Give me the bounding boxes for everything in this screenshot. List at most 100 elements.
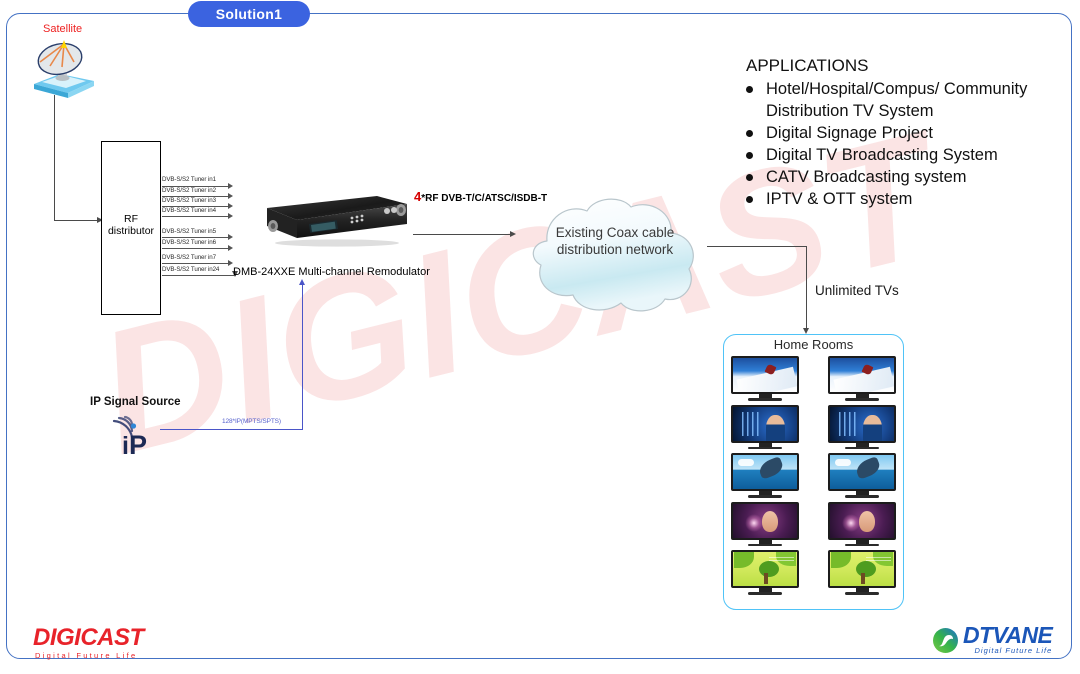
tuner-arrow-3 [228,203,233,209]
tuner-line-6 [162,248,230,249]
satellite-dish-icon [28,36,100,98]
tuner-arrow-1 [228,183,233,189]
digicast-logo-tagline: Digital Future Life [35,651,138,660]
bullet-icon [746,196,753,203]
application-item: IPTV & OTT system [746,188,1066,210]
dtvane-logo-mark-icon [932,627,959,654]
digicast-logo: DIGICAST Digital Future Life [33,626,144,661]
cloud-label: Existing Coax cable distribution network [525,224,705,258]
tv-screen [731,550,799,588]
application-item: Hotel/Hospital/Compus/ Community Distrib… [746,78,1066,122]
tv-item [731,356,799,401]
ip-antenna-icon: i P [108,409,166,460]
tuner-arrow-2 [228,193,233,199]
tuner-label-6: DVB-S/S2 Tuner in6 [162,239,216,246]
tuner-line-5 [162,237,230,238]
applications-panel: APPLICATIONS Hotel/Hospital/Compus/ Comm… [746,55,1066,210]
application-item-label: Digital Signage Project [766,124,933,142]
tv-screen [731,501,799,540]
bullet-icon [746,152,753,159]
solution-diagram-page: DIGICAST Solution1 Satellite RF distribu… [0,0,1080,674]
tuner-label-4: DVB-S/S2 Tuner in4 [162,207,216,214]
application-item-label: IPTV & OTT system [766,190,913,208]
svg-text:i: i [122,432,129,457]
application-item: Digital TV Broadcasting System [746,144,1066,166]
unlimited-tvs-label: Unlimited TVs [815,283,899,298]
tv-item [731,404,799,449]
satellite-label: Satellite [43,23,83,35]
tv-item [731,453,799,498]
digicast-logo-name: DIGICAST [33,624,144,651]
dtvane-logo-name: DTVANE [963,622,1053,648]
tv-base [845,495,879,498]
tv-item [828,550,896,595]
tuner-arrow-6 [228,245,233,251]
coax-network-cloud [505,193,720,323]
tuner-line-24 [162,275,236,276]
cloud-to-rooms-line-vertical [806,246,808,332]
tuner-label-2: DVB-S/S2 Tuner in2 [162,187,216,194]
cloud-label-line2: distribution network [556,242,674,257]
application-item-label: Hotel/Hospital/Compus/ Community Distrib… [766,80,1028,120]
rf-distributor-label-line2: distributor [107,225,155,237]
ip-to-device-arrow [299,279,305,285]
tv-screen [828,356,896,394]
satellite-to-rf-line-horizontal [54,220,98,222]
tv-item [828,356,896,401]
tuner-arrow-5 [228,234,233,240]
tv-base [748,495,782,498]
device-to-cloud-line [413,234,513,236]
application-item: Digital Signage Project [746,122,1066,144]
application-item-label: CATV Broadcasting system [766,168,967,186]
ip-to-device-line-horizontal [160,429,303,430]
tv-base [748,543,782,546]
tv-base [748,592,782,595]
tv-item [828,501,896,546]
tv-neck [758,539,772,544]
tv-item [731,550,799,595]
tv-screen [731,453,799,491]
remodulator-device-image [249,194,409,250]
satellite-to-rf-line-vertical [54,95,56,221]
remodulator-label: DMB-24XXE Multi-channel Remodulator [233,266,430,278]
bullet-icon [746,86,753,93]
tv-item [731,501,799,546]
svg-text:P: P [129,430,147,457]
application-item-label: Digital TV Broadcasting System [766,146,998,164]
tuner-label-24: DVB-S/S2 Tuner in24 [162,266,220,273]
tuner-line-7 [162,263,230,264]
application-item: CATV Broadcasting system [746,166,1066,188]
tv-screen [828,501,896,540]
rf-distributor-label-line1: RF [124,213,138,225]
applications-title: APPLICATIONS [746,56,869,75]
tuner-label-7: DVB-S/S2 Tuner in7 [162,254,216,261]
tv-base [748,398,782,401]
bullet-icon [746,130,753,137]
home-rooms-tv-grid [731,356,896,599]
tuner-arrow-4 [228,213,233,219]
tuner-line-4 [162,216,230,217]
dtvane-logo: DTVANE Digital Future Life [932,622,1053,656]
tv-screen [731,404,799,443]
solution-badge: Solution1 [188,1,310,27]
ip-signal-source-label: IP Signal Source [90,396,181,408]
bullet-icon [746,174,753,181]
tv-base [845,398,879,401]
rf-distributor-label: RF distributor [101,213,161,237]
tv-neck [855,539,869,544]
home-rooms-title: Home Rooms [773,337,854,352]
tv-base [845,446,879,449]
tv-neck [758,442,772,447]
tuner-label-1: DVB-S/S2 Tuner in1 [162,176,216,183]
cloud-label-line1: Existing Coax cable [555,225,675,240]
tv-item [828,404,896,449]
tv-base [845,592,879,595]
tv-base [845,543,879,546]
tv-item [828,453,896,498]
cloud-to-rooms-line-horizontal [707,246,807,248]
ip-stream-count-label: 128*IP(MPTS/SPTS) [222,418,281,425]
tv-screen [828,404,896,443]
tuner-label-3: DVB-S/S2 Tuner in3 [162,197,216,204]
dtvane-logo-tagline: Digital Future Life [974,646,1053,655]
tv-screen [828,550,896,588]
